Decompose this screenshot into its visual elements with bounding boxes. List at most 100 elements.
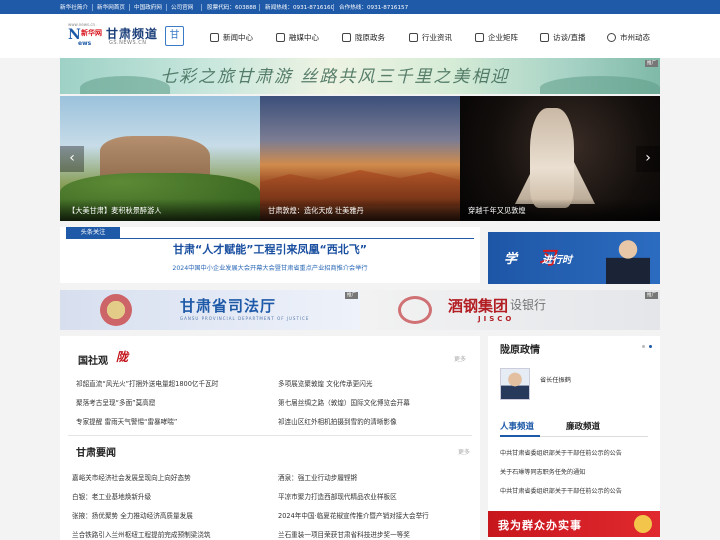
carousel-dot-active[interactable]: [649, 345, 652, 348]
nav-government[interactable]: 陇原政务: [342, 30, 385, 44]
topbar-link-xinhua-intro[interactable]: 新华社简介: [60, 3, 88, 11]
header: www.news.cn N 新华网 ews 甘肃频道 GS.NEWS.CN 甘 …: [0, 14, 720, 58]
party-emblem-icon: [634, 515, 652, 533]
tourism-banner-ad[interactable]: 七彩之旅甘肃游 丝路共风三千里之美相迎 推广: [60, 58, 660, 94]
news-item[interactable]: 专家提醒 雷雨天气警惕“雷暴哮喘”: [76, 416, 177, 426]
tab-personnel[interactable]: 人事频道: [500, 420, 534, 432]
nav-news-center[interactable]: 新闻中心: [210, 30, 253, 44]
news-item[interactable]: 祁韶直流“风光火”打捆外送电量超1800亿千瓦时: [76, 378, 218, 388]
nav-media-center[interactable]: 融媒中心: [276, 30, 319, 44]
nav-label: 市州动态: [620, 32, 650, 42]
nav-enterprise[interactable]: 企业矩阵: [475, 30, 518, 44]
news-item[interactable]: 张掖：扬优聚势 全力推动经济高质量发展: [72, 510, 193, 520]
coop-hotline: 合作热线：0931-8716157: [339, 5, 409, 11]
headline-subtitle[interactable]: 2024中国中小企业发展大会开幕大会暨甘肃省重点产业招商推介会举行: [60, 263, 480, 272]
jisco-title: 酒钢集团: [448, 297, 509, 315]
jisco-ad[interactable]: 酒钢集团 JISCO 设银行 推广: [360, 290, 660, 330]
nav-label: 融媒中心: [289, 32, 319, 42]
topbar-divider: [92, 3, 93, 11]
personnel-item[interactable]: 中共甘肃省委组织部关于干部任前公示的公告: [500, 486, 622, 495]
news-item[interactable]: 聚落考古呈现“多面”莫高窟: [76, 397, 155, 407]
ad-tag: 推广: [645, 60, 658, 67]
tab-integrity[interactable]: 廉政频道: [566, 420, 600, 432]
news-item[interactable]: 嘉峪关市经济社会发展呈现向上向好态势: [72, 472, 191, 482]
national-emblem-icon: [100, 294, 132, 326]
justice-dept-subtitle: GANSU PROVINCIAL DEPARTMENT OF JUSTICE: [180, 316, 310, 321]
news-item[interactable]: 第七届丝绸之路（敦煌）国际文化博览会开幕: [278, 397, 410, 407]
stock-code: 股票代码：603888: [207, 5, 257, 11]
tab-active-indicator: [500, 435, 540, 437]
headline-panel: 头条关注 甘肃“人才赋能”工程引来凤凰“西北飞” 2024中国中小企业发展大会开…: [60, 227, 480, 283]
slider-next-button[interactable]: ›: [636, 146, 660, 172]
justice-dept-ad[interactable]: 甘肃省司法厅 GANSU PROVINCIAL DEPARTMENT OF JU…: [60, 290, 360, 330]
topbar-divider: [166, 3, 167, 11]
carousel-dots: [642, 345, 652, 348]
logo-brand: 新华网: [81, 29, 102, 37]
study-banner[interactable]: 学 习 进行时: [488, 232, 660, 284]
carousel-dot[interactable]: [642, 345, 645, 348]
nav-industry[interactable]: 行业资讯: [409, 30, 452, 44]
slide-scene: [530, 108, 574, 208]
headline-tag: 头条关注: [66, 227, 120, 238]
slide-caption: 甘肃敦煌：造化天成 壮美雅丹: [260, 199, 460, 221]
long-calligraphy: 陇: [116, 350, 129, 364]
news-item[interactable]: 平凉市聚力打造西部现代精品农业样板区: [278, 491, 397, 501]
more-link[interactable]: 更多: [458, 447, 470, 456]
nav-cities[interactable]: 市州动态: [607, 30, 650, 44]
topbar-divider: [129, 3, 130, 11]
newspaper-icon: [210, 32, 219, 42]
news-column: 国社观 陇 更多 祁韶直流“风光火”打捆外送电量超1800亿千瓦时 多项展览聚敦…: [60, 336, 480, 540]
governor-photo[interactable]: [500, 368, 530, 400]
slide-dunhuang-show[interactable]: 穿越千年又见敦煌: [460, 96, 660, 221]
nav-live[interactable]: 访谈/直播: [540, 30, 586, 44]
news-item[interactable]: 酒泉：强工业行动步履铿锵: [278, 472, 357, 482]
topbar-link-xinhua-home[interactable]: 新华网首页: [97, 3, 125, 11]
government-panel: 陇原政情 省长任振鹤 人事频道 廉政频道 中共甘肃省委组织部关于干部任前公示的公…: [488, 336, 660, 540]
enterprise-icon: [475, 32, 484, 42]
media-icon: [276, 32, 285, 42]
ad-tag: 推广: [345, 292, 358, 299]
topbar-link-gov[interactable]: 中国政府网: [134, 3, 162, 11]
section-title-guoshe[interactable]: 国社观: [78, 352, 108, 367]
topbar-divider: [259, 3, 260, 11]
panel-title[interactable]: 陇原政情: [500, 341, 540, 356]
slider-prev-button[interactable]: ‹: [60, 146, 84, 172]
bank-text: 设银行: [510, 298, 547, 312]
more-link[interactable]: 更多: [454, 354, 466, 363]
headline-divider: [66, 238, 474, 239]
jisco-logo-icon: [398, 296, 432, 324]
serve-people-text: 我为群众办实事: [498, 519, 582, 532]
governor-name[interactable]: 省长任振鹤: [540, 375, 571, 384]
nav-label: 新闻中心: [223, 32, 253, 42]
topbar-link-company[interactable]: 公司官网: [171, 3, 193, 11]
section-title-gansu-news[interactable]: 甘肃要闻: [76, 444, 116, 459]
ad-tag: 推广: [645, 292, 658, 299]
study-banner-text: 进行时: [542, 255, 572, 266]
nav-label: 访谈/直播: [553, 32, 586, 42]
news-item[interactable]: 白银：老工业基地焕新升级: [72, 491, 151, 501]
government-icon: [342, 32, 351, 42]
news-item[interactable]: 多项展览聚敦煌 文化传承更闪光: [278, 378, 372, 388]
leader-portrait: [606, 236, 650, 284]
serve-people-banner[interactable]: 我为群众办实事: [488, 511, 660, 537]
news-item[interactable]: 祁连山区红外相机拍摄到雪豹的清晰影像: [278, 416, 397, 426]
top-bar: 新华社简介 新华网首页 中国政府网 公司官网 股票代码：603888 新闻热线：…: [0, 0, 720, 14]
banner-calligraphy: 七彩之旅甘肃游 丝路共风三千里之美相迎: [160, 67, 510, 87]
news-item[interactable]: 2024年中国·临夏花椒宣传推介暨产销对接大会举行: [278, 510, 429, 520]
live-icon: [540, 32, 549, 42]
headline-title[interactable]: 甘肃“人才赋能”工程引来凤凰“西北飞”: [60, 241, 480, 257]
topbar-divider: [333, 3, 334, 11]
section-divider: [68, 435, 472, 436]
slide-caption: 穿越千年又见敦煌: [460, 199, 660, 221]
slide-maiji[interactable]: 【大美甘肃】麦积秋景醉游人: [60, 96, 260, 221]
slide-dunhuang-yardang[interactable]: 甘肃敦煌：造化天成 壮美雅丹: [260, 96, 460, 221]
news-hotline: 新闻热线：0931-8716160: [265, 5, 335, 11]
xinhua-logo[interactable]: www.news.cn N 新华网 ews: [68, 22, 102, 49]
site-url: GS.NEWS.CN: [109, 40, 147, 46]
topbar-divider: [201, 3, 202, 11]
nav-label: 企业矩阵: [488, 32, 518, 42]
personnel-item[interactable]: 关于石琳等同志职务任免的通知: [500, 467, 585, 476]
news-item[interactable]: 兰石重装一项目荣获甘肃省科技进步奖一等奖: [278, 529, 410, 539]
news-item[interactable]: 兰合铁路引入兰州枢纽工程提前完成预制梁浇筑: [72, 529, 210, 539]
personnel-item[interactable]: 中共甘肃省委组织部关于干部任前公示的公告: [500, 448, 622, 457]
